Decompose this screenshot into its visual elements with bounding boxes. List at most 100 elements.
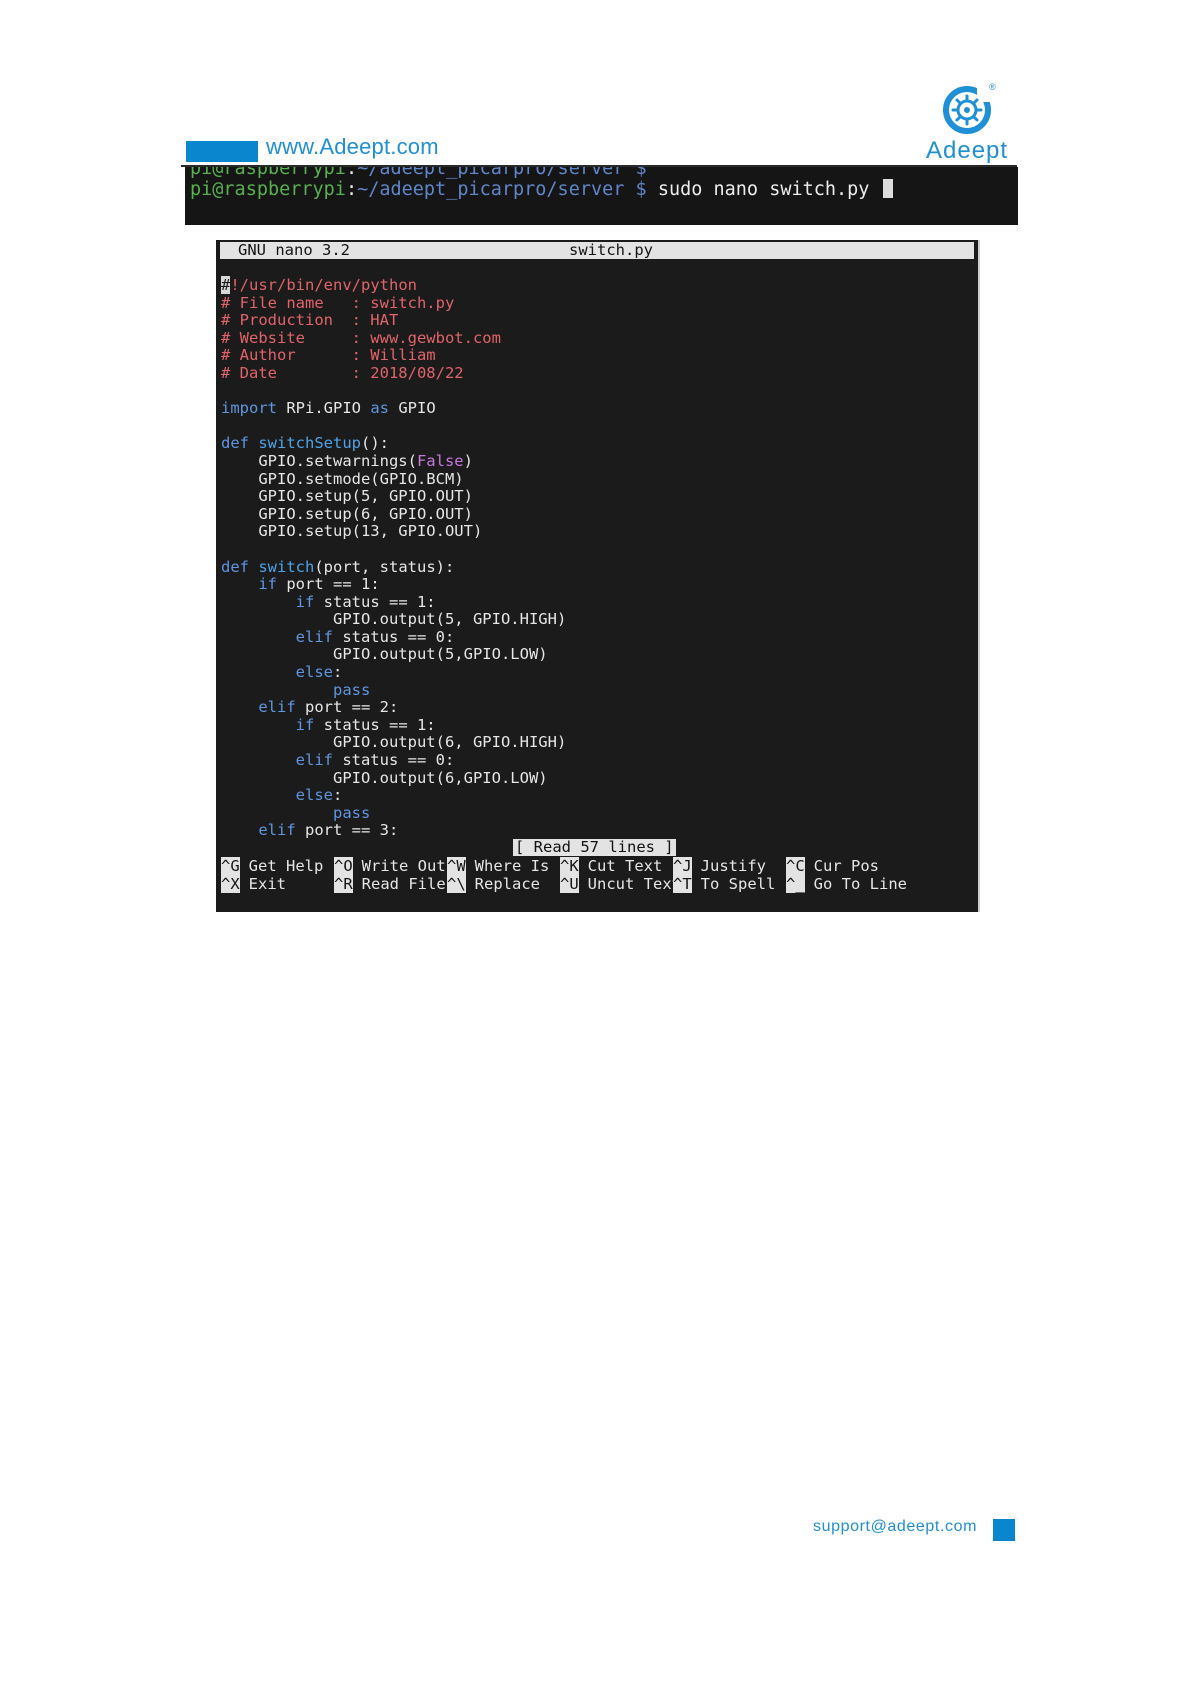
shortcut-get-help[interactable]: ^G Get Help: [221, 857, 323, 876]
shell-prompt: $: [635, 179, 647, 200]
shell-prev-path: ~/adeept_picarpro/server: [357, 167, 625, 179]
code-token: if: [295, 715, 315, 734]
shell-user: pi@raspberrypi: [190, 179, 346, 200]
code-token: if: [258, 575, 277, 594]
shortcut-to-spell[interactable]: ^T To Spell: [673, 874, 776, 894]
code-line: #!/usr/bin/env/python: [221, 276, 566, 295]
code-token: GPIO.setup(6, GPIO.OUT): [221, 504, 473, 523]
code-line: # Production : HAT: [221, 311, 566, 330]
code-token: else: [295, 663, 333, 682]
shortcut-cur-pos[interactable]: ^C Cur Pos: [786, 857, 879, 876]
code-line: elif port == 2:: [221, 698, 566, 717]
shortcut-exit[interactable]: ^X Exit: [221, 874, 286, 894]
shortcut-key: ^_: [786, 874, 805, 893]
code-line: if status == 1:: [221, 592, 566, 612]
shortcut-key: ^T: [673, 874, 692, 893]
code-token: port == 3:: [295, 821, 399, 840]
code-token: # Production : HAT: [221, 311, 399, 330]
code-line: GPIO.output(5,GPIO.LOW): [221, 646, 566, 664]
code-token: # Website : www.gewbot.com: [221, 328, 501, 347]
code-token: elif: [295, 627, 333, 646]
shortcut-replace[interactable]: ^\ Replace: [447, 874, 540, 894]
shortcut-label: Cut Text: [587, 857, 663, 875]
shortcut-key: ^W: [447, 857, 466, 875]
code-token: GPIO: [389, 399, 436, 418]
code-token: status == 1:: [314, 715, 436, 734]
shortcut-key: ^\: [447, 874, 466, 893]
shortcut-label: Where Is: [474, 857, 550, 875]
shortcut-label: Go To Line: [813, 874, 907, 893]
shortcut-write-out[interactable]: ^O Write Out: [334, 857, 446, 876]
code-token: as: [370, 399, 389, 418]
code-token: pass: [332, 680, 371, 699]
code-token: port == 2:: [295, 698, 399, 717]
code-line: def switchSetup():: [221, 435, 566, 453]
footer-accent-square: [993, 1519, 1015, 1541]
shortcut-where-is[interactable]: ^W Where Is: [447, 857, 550, 876]
logo-wordmark: Adeept: [926, 137, 1009, 164]
shortcut-key: ^G: [221, 857, 240, 875]
nano-editor-window: GNU nano 3.2 switch.py #!/usr/bin/env/py…: [216, 240, 980, 912]
support-email[interactable]: support@adeept.com: [813, 1518, 977, 1536]
code-line: GPIO.setup(5, GPIO.OUT): [221, 487, 566, 506]
code-token: (port, status):: [314, 557, 455, 576]
code-token: GPIO.output(5, GPIO.HIGH): [221, 610, 567, 629]
code-editor-area[interactable]: #!/usr/bin/env/python # File name : switc…: [221, 276, 567, 840]
code-token: # File name : switch.py: [221, 293, 455, 312]
shell-command: sudo nano switch.py: [657, 179, 870, 200]
terminal-cursor: [882, 179, 893, 198]
code-token: GPIO.setmode(GPIO.BCM): [221, 469, 464, 488]
shortcut-label: To Spell: [700, 874, 776, 893]
code-token: # Author : William: [221, 346, 436, 365]
code-token: GPIO.setup(13, GPIO.OUT): [221, 522, 483, 541]
shortcut-label: Replace: [474, 874, 540, 893]
shortcut-key: ^X: [221, 874, 240, 893]
shortcut-key: ^R: [334, 874, 353, 893]
code-line: else:: [221, 786, 566, 805]
code-token: False: [416, 451, 464, 470]
code-token: pass: [332, 803, 371, 822]
code-token: !/usr/bin/env/python: [230, 276, 417, 294]
code-token: def: [221, 434, 249, 453]
code-token: switchSetup: [258, 434, 361, 453]
code-token: if: [295, 592, 315, 611]
shell-prev-user: pi@raspberrypi: [190, 167, 346, 179]
code-token: GPIO.output(5,GPIO.LOW): [221, 645, 548, 664]
shortcut-justify[interactable]: ^J Justify: [673, 857, 766, 876]
code-line: GPIO.setup(13, GPIO.OUT): [221, 523, 566, 541]
code-token: :: [332, 786, 343, 805]
code-line: if port == 1:: [221, 575, 566, 594]
code-token: GPIO.output(6,GPIO.LOW): [221, 768, 548, 787]
code-line: # Author : William: [221, 347, 566, 365]
code-token: status == 0:: [332, 751, 455, 770]
shortcut-label: Exit: [248, 874, 286, 893]
nano-title-bar: GNU nano 3.2 switch.py: [220, 242, 974, 259]
shell-prev-prompt: $: [635, 167, 647, 179]
shell-previous-line: pi@raspberrypi:~/adeept_picarpro/server …: [190, 167, 647, 179]
nano-version: GNU nano 3.2: [238, 241, 350, 259]
code-token: elif: [258, 698, 296, 717]
code-line: GPIO.setup(6, GPIO.OUT): [221, 504, 566, 524]
code-line: if status == 1:: [221, 715, 566, 735]
code-token: port == 1:: [277, 575, 380, 594]
shortcut-label: Uncut Text: [587, 874, 681, 893]
code-token: #: [221, 276, 231, 294]
shortcut-read-file[interactable]: ^R Read File: [334, 874, 446, 894]
shortcut-go-to-line[interactable]: ^_ Go To Line: [786, 874, 907, 894]
code-token: GPIO.setup(5, GPIO.OUT): [221, 487, 473, 506]
shortcut-cut-text[interactable]: ^K Cut Text: [560, 857, 663, 876]
code-token: GPIO.setwarnings(: [221, 451, 417, 470]
code-token: elif: [258, 821, 296, 840]
shortcut-uncut-text[interactable]: ^U Uncut Text: [560, 874, 681, 894]
